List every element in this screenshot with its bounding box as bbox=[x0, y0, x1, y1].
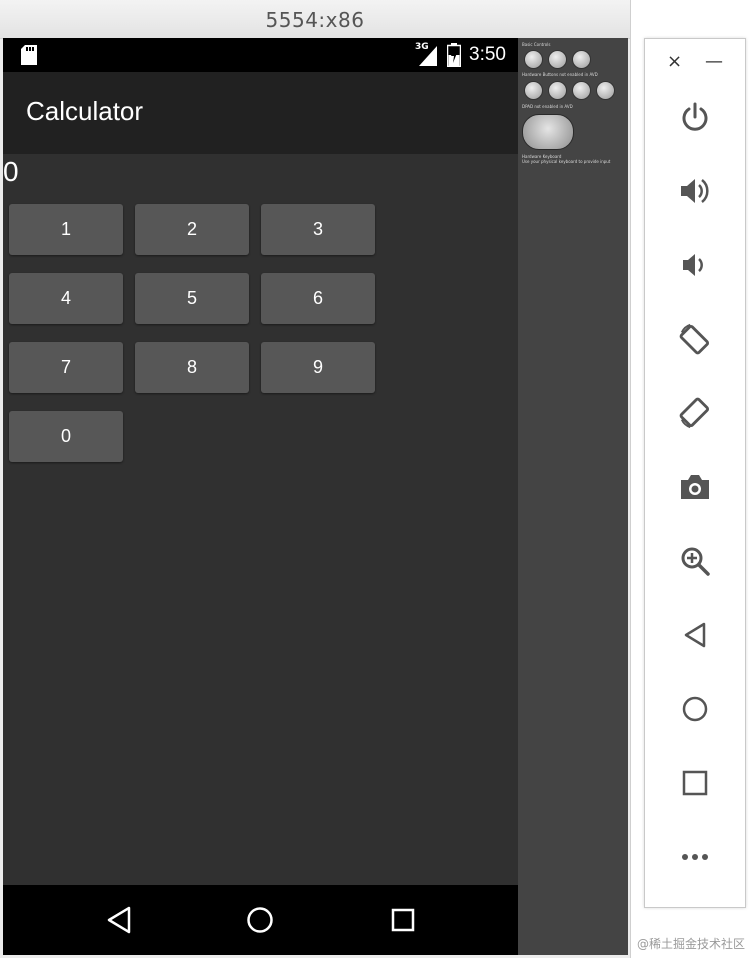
status-bar: 3G 3:50 bbox=[3, 38, 518, 72]
skin-hardware-buttons bbox=[524, 81, 615, 100]
key-6[interactable]: 6 bbox=[261, 273, 375, 324]
skin-volume-down-button[interactable] bbox=[524, 50, 543, 69]
key-4[interactable]: 4 bbox=[9, 273, 123, 324]
keypad: 1 2 3 4 5 6 7 8 9 0 bbox=[9, 204, 375, 462]
toolbar-overview-button[interactable] bbox=[677, 765, 713, 801]
status-right: 3G 3:50 bbox=[415, 38, 506, 72]
toolbar-home-button[interactable] bbox=[677, 691, 713, 727]
home-icon bbox=[247, 907, 273, 933]
power-icon bbox=[682, 102, 708, 131]
key-5[interactable]: 5 bbox=[135, 273, 249, 324]
network-indicator: 3G bbox=[415, 42, 439, 66]
screenshot-button[interactable] bbox=[677, 469, 713, 505]
signal-icon bbox=[419, 46, 438, 66]
skin-keyboard-hint: Use your physical keyboard to provide in… bbox=[522, 159, 611, 164]
key-2[interactable]: 2 bbox=[135, 204, 249, 255]
key-3[interactable]: 3 bbox=[261, 204, 375, 255]
back-icon bbox=[684, 622, 706, 648]
power-button[interactable] bbox=[677, 99, 713, 135]
zoom-icon bbox=[681, 547, 710, 576]
status-time: 3:50 bbox=[469, 44, 506, 65]
watermark: @稀土掘金技术社区 bbox=[636, 937, 745, 951]
skin-search-button[interactable] bbox=[596, 81, 615, 100]
battery-icon bbox=[447, 43, 462, 67]
volume-down-button[interactable] bbox=[677, 247, 713, 283]
key-8[interactable]: 8 bbox=[135, 342, 249, 393]
rotate-left-button[interactable] bbox=[677, 321, 713, 357]
key-7[interactable]: 7 bbox=[9, 342, 123, 393]
volume-down-icon bbox=[683, 254, 703, 276]
volume-up-button[interactable] bbox=[677, 173, 713, 209]
emulator-window: 5554:x86 3G 3:50 Calculator 0 1 2 3 4 5 … bbox=[0, 0, 631, 958]
nav-back-button[interactable] bbox=[103, 904, 135, 936]
skin-home-button[interactable] bbox=[524, 81, 543, 100]
skin-basic-controls bbox=[524, 50, 591, 69]
window-title: 5554:x86 bbox=[0, 0, 630, 39]
volume-up-icon bbox=[681, 179, 709, 203]
skin-menu-button[interactable] bbox=[548, 81, 567, 100]
back-icon bbox=[107, 906, 131, 934]
more-icon bbox=[682, 854, 708, 860]
skin-basic-controls-label: Basic Controls bbox=[522, 42, 551, 47]
overview-icon bbox=[682, 770, 708, 796]
key-9[interactable]: 9 bbox=[261, 342, 375, 393]
skin-hardware-buttons-label: Hardware Buttons not enabled in AVD bbox=[522, 72, 598, 77]
emulator-skin-panel: Basic Controls Hardware Buttons not enab… bbox=[518, 38, 628, 955]
key-1[interactable]: 1 bbox=[9, 204, 123, 255]
recents-icon bbox=[391, 908, 415, 932]
home-icon bbox=[682, 696, 708, 722]
nav-bar bbox=[3, 885, 518, 955]
skin-volume-up-button[interactable] bbox=[548, 50, 567, 69]
sd-card-icon bbox=[21, 45, 37, 65]
nav-recents-button[interactable] bbox=[387, 904, 419, 936]
nav-home-button[interactable] bbox=[244, 904, 276, 936]
toolbar-minimize-button[interactable]: — bbox=[705, 51, 723, 72]
rotate-right-icon bbox=[679, 397, 710, 429]
skin-dpad-label: DPAD not enabled in AVD bbox=[522, 104, 573, 109]
toolbar-close-button[interactable]: × bbox=[667, 51, 682, 72]
key-0[interactable]: 0 bbox=[9, 411, 123, 462]
more-button[interactable] bbox=[677, 839, 713, 875]
calculator-display: 0 bbox=[3, 156, 19, 187]
app-bar: Calculator bbox=[3, 72, 518, 154]
emulator-toolbar: × — bbox=[644, 38, 746, 908]
app-title: Calculator bbox=[26, 96, 144, 126]
zoom-button[interactable] bbox=[677, 543, 713, 579]
rotate-right-button[interactable] bbox=[677, 395, 713, 431]
skin-power-button[interactable] bbox=[572, 50, 591, 69]
skin-back-button[interactable] bbox=[572, 81, 591, 100]
rotate-left-icon bbox=[679, 323, 710, 355]
device-screen: 3G 3:50 Calculator 0 1 2 3 4 5 6 7 8 9 0 bbox=[3, 38, 518, 955]
camera-icon bbox=[681, 475, 709, 499]
skin-dpad[interactable] bbox=[522, 114, 574, 150]
toolbar-back-button[interactable] bbox=[677, 617, 713, 653]
